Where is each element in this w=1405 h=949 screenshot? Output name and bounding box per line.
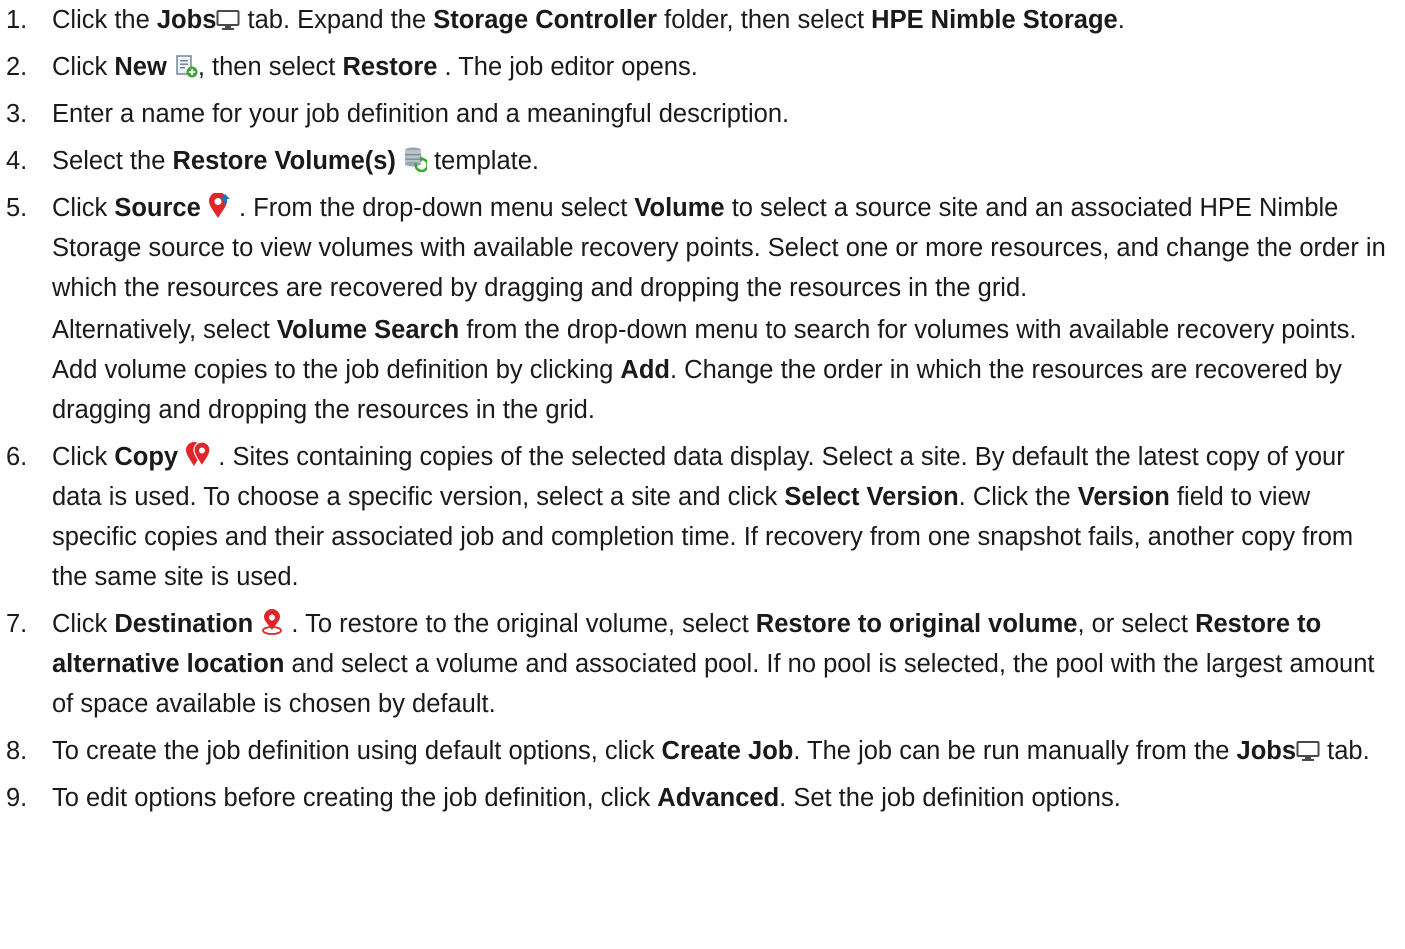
step-text: Click xyxy=(52,194,115,222)
step-text: To create the job definition using defau… xyxy=(52,737,662,765)
step-item: 6. Click Copy . Sites containing copies o… xyxy=(0,437,1405,597)
step-text: tab. xyxy=(1320,737,1370,765)
step-text: Enter a name for your job definition and… xyxy=(52,100,790,128)
bold-term: Create Job xyxy=(661,737,794,765)
step-text: . Set the job definition options. xyxy=(779,784,1121,812)
step-item: 9. To edit options before creating the jo… xyxy=(0,778,1405,818)
step-text: . From the drop-down menu select xyxy=(231,194,635,222)
bold-term: Jobs xyxy=(1236,737,1297,765)
step-paragraph: Select the Restore Volume(s) template. xyxy=(52,141,1391,181)
step-text: , or select xyxy=(1077,610,1196,638)
restore-volume-icon xyxy=(403,146,428,172)
step-text: , then select xyxy=(197,53,343,81)
bold-term: Jobs xyxy=(156,6,217,34)
step-text xyxy=(396,147,403,175)
step-text: folder, then select xyxy=(657,6,872,34)
step-item: 3. Enter a name for your job definition a… xyxy=(0,94,1405,134)
instruction-steps: 1. Click the Jobs tab. Expand the Storage… xyxy=(0,0,1405,825)
step-text: . The job editor opens. xyxy=(437,53,698,81)
monitor-icon xyxy=(1296,740,1320,762)
new-job-icon xyxy=(174,54,198,78)
step-paragraph: Click Copy . Sites containing copies of … xyxy=(52,437,1391,597)
step-paragraph: To edit options before creating the job … xyxy=(52,778,1391,818)
step-text: . Click the xyxy=(958,483,1078,511)
step-text: . xyxy=(1117,6,1125,34)
bold-term: Restore to original volume xyxy=(755,610,1078,638)
bold-term: New xyxy=(114,53,167,81)
bold-term: Volume Search xyxy=(276,316,460,344)
bold-term: HPE Nimble Storage xyxy=(871,6,1118,34)
source-pin-icon xyxy=(208,193,232,219)
step-text: To edit options before creating the job … xyxy=(52,784,658,812)
step-paragraph: Enter a name for your job definition and… xyxy=(52,94,1391,134)
step-number: 5. xyxy=(6,194,28,222)
step-number: 4. xyxy=(6,147,28,175)
step-paragraph: Click the Jobs tab. Expand the Storage C… xyxy=(52,0,1391,40)
bold-term: Volume xyxy=(634,194,725,222)
step-paragraph: Click Destination . To restore to the or… xyxy=(52,604,1391,724)
step-text: tab. Expand the xyxy=(240,6,434,34)
step-number: 2. xyxy=(6,53,28,81)
bold-term: Version xyxy=(1077,483,1170,511)
step-text xyxy=(178,443,185,471)
step-text xyxy=(167,53,174,81)
step-number: 8. xyxy=(6,737,28,765)
step-number: 9. xyxy=(6,784,28,812)
step-item: 8. To create the job definition using def… xyxy=(0,731,1405,771)
step-text: Click the xyxy=(52,6,157,34)
step-text: . The job can be run manually from the xyxy=(793,737,1237,765)
step-paragraph-continued: Alternatively, select Volume Search from… xyxy=(52,310,1391,430)
step-item: 4. Select the Restore Volume(s) template. xyxy=(0,141,1405,181)
step-text: Click xyxy=(52,610,115,638)
bold-term: Restore xyxy=(342,53,438,81)
step-text: template. xyxy=(427,147,539,175)
step-text xyxy=(201,194,208,222)
step-text xyxy=(253,610,260,638)
step-item: 1. Click the Jobs tab. Expand the Storage… xyxy=(0,0,1405,40)
bold-term: Copy xyxy=(114,443,179,471)
step-paragraph: To create the job definition using defau… xyxy=(52,731,1391,771)
step-item: 5. Click Source . From the drop-down menu… xyxy=(0,188,1405,430)
bold-term: Storage Controller xyxy=(433,6,658,34)
bold-term: Select Version xyxy=(784,483,959,511)
copy-pin-icon xyxy=(185,442,211,468)
step-item: 2. Click New , then select Restore . The … xyxy=(0,47,1405,87)
bold-term: Restore Volume(s) xyxy=(172,147,396,175)
step-text: Alternatively, select xyxy=(52,316,277,344)
step-number: 7. xyxy=(6,610,28,638)
bold-term: Destination xyxy=(114,610,254,638)
step-text: Click xyxy=(52,53,115,81)
bold-term: Add xyxy=(620,356,670,384)
step-number: 6. xyxy=(6,443,28,471)
step-text: . To restore to the original volume, sel… xyxy=(284,610,756,638)
destination-pin-icon xyxy=(260,609,284,635)
monitor-icon xyxy=(216,9,240,31)
bold-term: Advanced xyxy=(657,784,780,812)
step-paragraph: Click Source . From the drop-down menu s… xyxy=(52,188,1391,308)
step-paragraph: Click New , then select Restore . The jo… xyxy=(52,47,1391,87)
step-item: 7. Click Destination . To restore to the … xyxy=(0,604,1405,724)
step-number: 1. xyxy=(6,6,28,34)
step-text: Select the xyxy=(52,147,173,175)
step-number: 3. xyxy=(6,100,28,128)
bold-term: Source xyxy=(114,194,201,222)
step-text: Click xyxy=(52,443,115,471)
